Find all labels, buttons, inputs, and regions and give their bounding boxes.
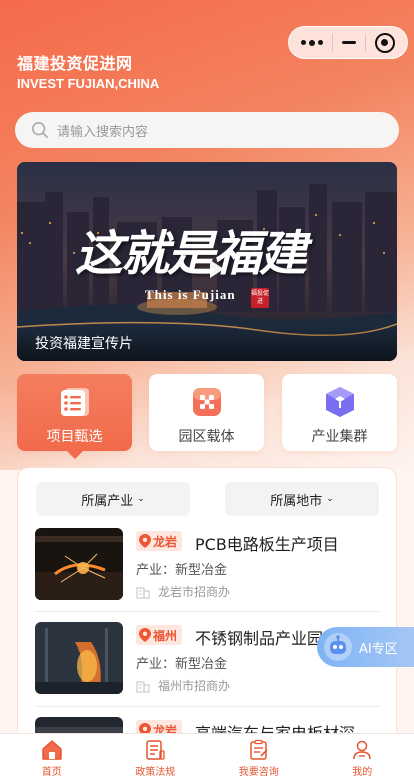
play-icon[interactable] [200, 254, 230, 284]
building-icon [136, 586, 150, 599]
home-icon [42, 740, 62, 760]
policy-document-icon [146, 740, 165, 760]
tab-mine[interactable]: 我的 [311, 734, 414, 780]
tab-label: 我要咨询 [238, 767, 279, 778]
active-indicator [66, 451, 83, 459]
category-label: 产业集群 [311, 429, 368, 445]
filter-city-dropdown[interactable]: 所属地市 ⌄ [225, 482, 379, 516]
filter-label: 所属地市 [270, 493, 323, 509]
project-industry: 产业：新型冶金 [136, 563, 228, 578]
chevron-down-icon: ⌄ [326, 494, 334, 504]
site-title: 福建投资促进网 [17, 54, 133, 73]
minimize-icon[interactable] [341, 41, 356, 44]
city-tag: 福州 [136, 625, 183, 645]
more-options-icon[interactable] [301, 39, 324, 46]
project-industry: 产业：新型冶金 [136, 657, 228, 672]
tab-consult[interactable]: 我要咨询 [207, 734, 311, 780]
cube-cluster-icon [325, 387, 354, 417]
banner-caption: 投资福建宣传片 [35, 336, 133, 352]
category-label: 园区载体 [178, 429, 235, 445]
city-tag-label: 龙岩 [153, 534, 178, 549]
organization-label: 龙岩市招商办 [158, 585, 231, 599]
list-divider [35, 706, 380, 707]
project-organization: 龙岩市招商办 [136, 583, 230, 600]
capsule-divider [364, 33, 366, 52]
banner-calligraphy: 这就是福建 [75, 226, 307, 282]
bottom-tab-bar: 首页 政策法规 我要咨询 我的 [0, 733, 414, 780]
user-icon [353, 740, 371, 760]
capsule-divider [332, 33, 334, 52]
ai-zone-button[interactable]: AI专区 [317, 627, 414, 667]
project-item[interactable]: 龙岩 PCB电路板生产项目 产业：新型冶金 龙岩市招商办 [35, 528, 380, 608]
tab-home[interactable]: 首页 [0, 734, 104, 780]
banner-english-title: This is Fujian [145, 287, 236, 302]
chevron-down-icon: ⌄ [137, 494, 145, 504]
banner-seal: 福投促进 [251, 288, 269, 308]
location-pin-icon [139, 628, 151, 642]
category-industry-cluster[interactable]: 产业集群 [282, 374, 397, 451]
filter-industry-dropdown[interactable]: 所属产业 ⌄ [36, 482, 190, 516]
close-target-icon[interactable] [374, 32, 395, 53]
site-subtitle: INVEST FUJIAN,CHINA [17, 76, 160, 91]
project-thumbnail [35, 622, 123, 694]
city-tag: 龙岩 [136, 531, 183, 551]
tab-label: 首页 [41, 767, 62, 778]
search-bar[interactable]: 请输入搜索内容 [15, 112, 399, 148]
category-label: 项目甄选 [46, 429, 103, 445]
project-title: PCB电路板生产项目 [195, 535, 339, 554]
search-icon [31, 121, 49, 139]
project-title: 不锈钢制品产业园 [195, 629, 324, 648]
ai-zone-label: AI专区 [359, 641, 398, 657]
robot-icon [324, 633, 352, 661]
building-icon [136, 680, 150, 693]
category-project-selection[interactable]: 项目甄选 [17, 374, 132, 459]
filter-label: 所属产业 [81, 493, 134, 509]
search-placeholder: 请输入搜索内容 [57, 124, 149, 140]
promo-video-banner[interactable]: 这就是福建 This is Fujian 福投促进 投资福建宣传片 [17, 162, 397, 361]
consult-form-icon [250, 739, 268, 760]
category-park-carrier[interactable]: 园区载体 [149, 374, 264, 451]
park-grid-icon [192, 388, 221, 416]
tab-policy[interactable]: 政策法规 [104, 734, 208, 780]
project-organization: 福州市招商办 [136, 677, 230, 694]
list-divider [35, 611, 380, 612]
project-thumbnail [35, 528, 123, 600]
document-list-icon [60, 388, 89, 416]
tab-label: 我的 [352, 767, 373, 778]
tab-label: 政策法规 [135, 767, 176, 778]
mini-program-capsule [288, 26, 408, 59]
organization-label: 福州市招商办 [158, 679, 231, 693]
city-tag-label: 福州 [153, 628, 178, 643]
location-pin-icon [139, 534, 151, 548]
